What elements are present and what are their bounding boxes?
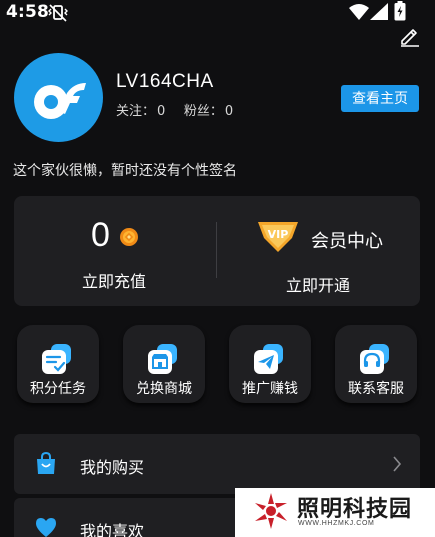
- shortcut-points-tasks[interactable]: 积分任务: [17, 325, 99, 403]
- menu-row-label: 我的购买: [80, 458, 145, 477]
- coin-icon: [120, 228, 138, 246]
- shortcut-customer-service[interactable]: 联系客服: [335, 325, 417, 403]
- signature: 这个家伙很懒，暂时还没有个性签名: [13, 163, 237, 179]
- vip-badge-icon: VIP: [258, 222, 298, 252]
- heart-icon: [36, 518, 56, 537]
- vibrate-icon: [48, 4, 68, 22]
- wifi-icon: [349, 4, 369, 20]
- shopping-bag-icon: [37, 452, 55, 474]
- open-membership-button[interactable]: 立即开通: [286, 272, 350, 296]
- recharge-button[interactable]: 立即充值: [82, 268, 146, 292]
- watermark: 照明科技园 WWW.HHZMKJ.COM: [235, 488, 435, 537]
- shortcut-promote-earn[interactable]: 推广赚钱: [229, 325, 311, 403]
- edit-icon[interactable]: [399, 25, 421, 47]
- follow-label: 关注：: [116, 104, 156, 119]
- wallet-card: 0 立即充值 VIP 会员中心 立即开通: [14, 196, 420, 306]
- fans-label: 粉丝：: [183, 104, 223, 119]
- watermark-url: WWW.HHZMKJ.COM: [298, 520, 375, 527]
- fans-count[interactable]: 0: [225, 104, 233, 119]
- follow-stats: 关注： 0 粉丝： 0: [116, 100, 235, 119]
- follow-count[interactable]: 0: [157, 104, 165, 119]
- signal-icon: [370, 3, 388, 20]
- shortcut-label: 推广赚钱: [242, 381, 298, 397]
- headset-icon: [360, 344, 389, 374]
- battery-icon: [394, 1, 406, 21]
- wallet-divider: [216, 222, 217, 278]
- shortcut-label: 积分任务: [30, 381, 86, 397]
- chevron-right-icon: [393, 456, 402, 472]
- vip-badge-text: VIP: [268, 228, 289, 241]
- status-bar: 4:58: [0, 0, 435, 26]
- tasks-icon: [42, 344, 71, 374]
- avatar-logo-icon: [34, 83, 86, 119]
- avatar[interactable]: [14, 53, 103, 142]
- watermark-logo-icon: [255, 493, 287, 529]
- paper-plane-icon: [254, 344, 283, 374]
- coin-balance: 0: [91, 216, 110, 254]
- shop-icon: [148, 344, 177, 374]
- shortcut-label: 联系客服: [348, 381, 404, 397]
- status-time: 4:58: [6, 2, 50, 22]
- member-center-title[interactable]: 会员中心: [311, 227, 383, 253]
- view-homepage-button[interactable]: 查看主页: [341, 85, 419, 112]
- watermark-title: 照明科技园: [297, 497, 413, 522]
- username: LV164CHA: [116, 71, 214, 92]
- shortcut-exchange-mall[interactable]: 兑换商城: [123, 325, 205, 403]
- shortcut-label: 兑换商城: [136, 381, 192, 397]
- menu-row-my-purchases[interactable]: 我的购买: [14, 434, 420, 494]
- menu-row-label: 我的喜欢: [80, 522, 145, 537]
